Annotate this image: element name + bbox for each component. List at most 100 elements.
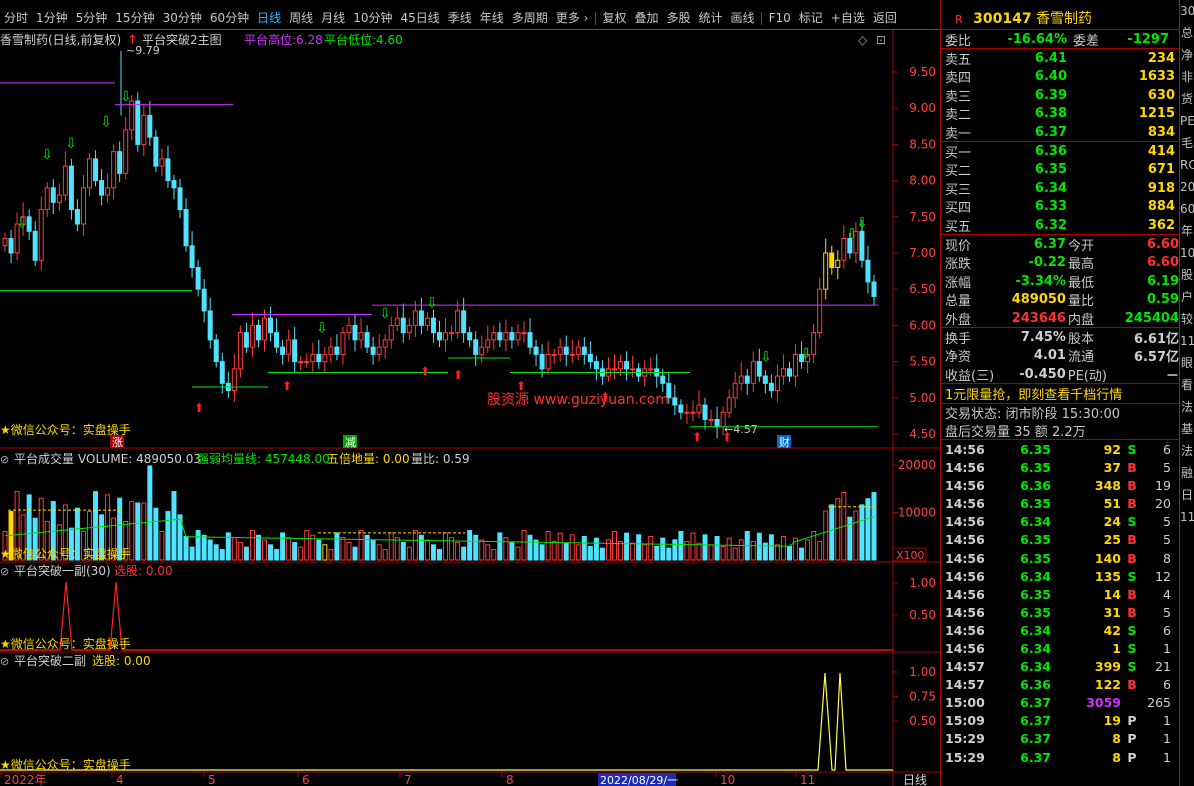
candle-body[interactable] [328, 346, 334, 355]
toolbar-item-10[interactable]: 45日线 [396, 9, 443, 26]
candle-body[interactable] [213, 339, 219, 363]
candle-body[interactable] [738, 375, 744, 384]
candle-body[interactable] [835, 259, 841, 268]
kline-chart[interactable]: 9.50 9.00 8.50 8.00 7.50 7.00 6.50 6.00 5.50 5.00… [0, 30, 940, 786]
sell-row[interactable]: 卖二 6.38 1215 [941, 105, 1179, 123]
candle-body[interactable] [412, 310, 418, 326]
candle-body[interactable] [394, 317, 400, 326]
candle-body[interactable] [80, 187, 86, 225]
candle-body[interactable] [249, 324, 255, 348]
candle-body[interactable] [865, 259, 871, 283]
tick-row[interactable]: 15:09 6.37 19 P 1 [941, 712, 1179, 730]
stock-name[interactable]: 香雪制药 [1036, 11, 1092, 27]
candle-body[interactable] [304, 361, 310, 364]
toolbar-item-13[interactable]: 多周期 [508, 9, 552, 26]
candle-body[interactable] [388, 324, 394, 341]
candle-body[interactable] [44, 187, 50, 211]
candle-body[interactable] [473, 339, 479, 355]
candle-body[interactable] [702, 404, 708, 421]
toolbar-item-21[interactable]: 标记 [795, 9, 827, 26]
candle-body[interactable] [87, 158, 92, 189]
candle-body[interactable] [117, 151, 123, 174]
candle-body[interactable] [38, 209, 44, 261]
candle-body[interactable] [618, 361, 624, 370]
candle-body[interactable] [690, 411, 696, 414]
toolbar-item-3[interactable]: 15分钟 [111, 9, 158, 26]
toolbar-item-5[interactable]: 60分钟 [206, 9, 253, 26]
toolbar-item-7[interactable]: 周线 [285, 9, 317, 26]
candle-body[interactable] [177, 187, 183, 211]
candle-body[interactable] [823, 252, 829, 290]
candle-body[interactable] [262, 317, 267, 341]
candle-body[interactable] [352, 324, 358, 341]
candle-body[interactable] [165, 158, 171, 182]
candle-body[interactable] [183, 209, 189, 247]
candle-body[interactable] [714, 419, 720, 428]
toolbar-item-19[interactable]: 画线 [727, 9, 759, 26]
candle-body[interactable] [135, 100, 141, 145]
tick-row[interactable]: 14:56 6.34 1 S 1 [941, 639, 1179, 657]
candle-body[interactable] [382, 339, 388, 348]
candle-body[interactable] [346, 324, 352, 334]
buy-row[interactable]: 买五 6.32 362 [941, 216, 1179, 235]
candle-body[interactable] [171, 180, 177, 189]
candle-body[interactable] [334, 346, 340, 355]
tick-row[interactable]: 14:56 6.34 24 S 5 [941, 513, 1179, 531]
candle-body[interactable] [99, 180, 105, 196]
tick-row[interactable]: 14:56 6.35 14 B 4 [941, 585, 1179, 603]
toolbar-item-14[interactable]: 更多 › [552, 9, 593, 26]
toolbar-item-0[interactable]: 分时 [0, 9, 32, 26]
candle-body[interactable] [56, 194, 62, 203]
candle-body[interactable] [274, 332, 280, 348]
toolbar-item-4[interactable]: 30分钟 [159, 9, 206, 26]
candle-body[interactable] [123, 129, 129, 174]
candle-body[interactable] [62, 165, 68, 196]
candle-body[interactable] [612, 368, 617, 371]
candle-body[interactable] [630, 368, 636, 371]
candle-body[interactable] [467, 332, 473, 341]
toolbar-item-22[interactable]: +自选 [827, 9, 869, 26]
candle-body[interactable] [207, 310, 213, 341]
candle-body[interactable] [8, 238, 14, 254]
tick-row[interactable]: 14:56 6.36 348 B 19 [941, 477, 1179, 495]
toolbar-item-8[interactable]: 月线 [317, 9, 349, 26]
candle-body[interactable] [509, 332, 515, 341]
candle-body[interactable] [684, 411, 690, 414]
candle-body[interactable] [255, 324, 261, 341]
candle-body[interactable] [817, 288, 823, 334]
toolbar-item-20[interactable]: F10 [765, 11, 795, 25]
candle-body[interactable] [400, 317, 406, 334]
candle-body[interactable] [593, 361, 599, 370]
tick-row[interactable]: 14:56 6.34 135 S 12 [941, 567, 1179, 585]
candle-body[interactable] [497, 332, 503, 341]
tick-row[interactable]: 14:57 6.36 122 B 6 [941, 676, 1179, 694]
candle-body[interactable] [105, 187, 111, 196]
buy-row[interactable]: 买一 6.36 414 [941, 142, 1179, 161]
candle-body[interactable] [726, 397, 732, 413]
candle-body[interactable] [648, 368, 654, 371]
candle-body[interactable] [111, 151, 117, 189]
buy-row[interactable]: 买二 6.35 671 [941, 161, 1179, 179]
candle-body[interactable] [418, 310, 424, 326]
tick-row[interactable]: 15:00 6.37 3059 265 [941, 694, 1179, 712]
candle-body[interactable] [793, 353, 799, 377]
candle-body[interactable] [243, 332, 249, 348]
toolbar-item-18[interactable]: 统计 [695, 9, 727, 26]
candle-body[interactable] [268, 317, 274, 334]
toolbar-item-6[interactable]: 日线 [253, 9, 285, 26]
candle-body[interactable] [74, 209, 80, 225]
stock-code[interactable]: 300147 [973, 11, 1031, 27]
candle-body[interactable] [298, 361, 304, 364]
candle-body[interactable] [774, 375, 780, 392]
candle-body[interactable] [533, 346, 539, 355]
sell-row[interactable]: 卖一 6.37 834 [941, 123, 1179, 142]
candle-body[interactable] [678, 404, 684, 413]
candle-body[interactable] [708, 419, 714, 422]
buy-row[interactable]: 买三 6.34 918 [941, 179, 1179, 198]
tick-row[interactable]: 14:56 6.35 51 B 20 [941, 495, 1179, 513]
candle-body[interactable] [859, 230, 865, 261]
candle-body[interactable] [370, 346, 376, 355]
tick-row[interactable]: 14:57 6.34 399 S 21 [941, 658, 1179, 676]
candle-body[interactable] [280, 346, 286, 355]
candle-body[interactable] [2, 238, 8, 247]
